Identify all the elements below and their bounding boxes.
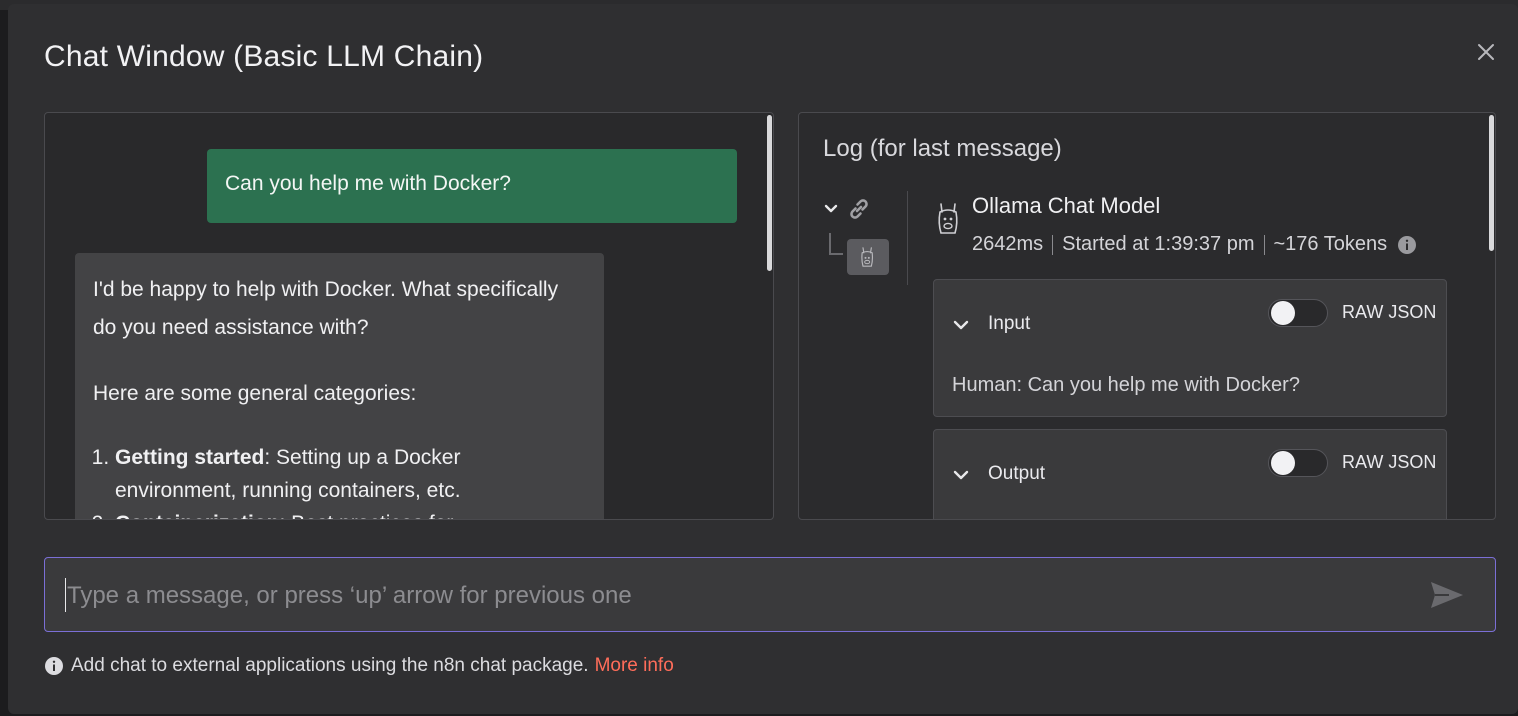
modal-title: Chat Window (Basic LLM Chain): [44, 40, 484, 73]
llama-icon: [938, 203, 958, 234]
input-section: Input RAW JSON Human: Can you help me wi…: [933, 279, 1447, 417]
bot-message: I'd be happy to help with Docker. What s…: [75, 253, 604, 519]
log-scrollbar[interactable]: [1489, 115, 1494, 251]
token-count: ~176 Tokens: [1273, 233, 1388, 255]
model-meta: 2642ms Started at 1:39:37 pm ~176 Tokens: [972, 233, 1417, 256]
log-title: Log (for last message): [823, 135, 1062, 162]
message-input[interactable]: [65, 558, 1409, 633]
duration: 2642ms: [972, 233, 1044, 255]
chat-modal: Chat Window (Basic LLM Chain) Can you he…: [8, 4, 1518, 714]
raw-json-label: RAW JSON: [1342, 452, 1437, 472]
model-name: Ollama Chat Model: [972, 193, 1161, 218]
chevron-down-icon[interactable]: [952, 466, 970, 484]
bot-intro-text: I'd be happy to help with Docker. What s…: [93, 278, 559, 339]
output-section-label[interactable]: Output: [988, 463, 1045, 485]
chevron-down-icon[interactable]: [952, 316, 970, 334]
raw-json-label: RAW JSON: [1342, 302, 1437, 322]
list-item: Getting started: Setting up a Docker env…: [115, 441, 586, 507]
chat-messages-panel[interactable]: Can you help me with Docker? I'd be happ…: [44, 112, 774, 520]
raw-json-toggle[interactable]: [1268, 449, 1328, 477]
send-icon[interactable]: [1429, 580, 1465, 610]
footer-text: Add chat to external applications using …: [71, 655, 589, 676]
tree-divider: [907, 191, 908, 285]
footer-note: Add chat to external applications using …: [44, 655, 674, 677]
tree-connector: [829, 233, 843, 255]
bot-category-list: Getting started: Setting up a Docker env…: [93, 441, 586, 519]
close-button[interactable]: [1476, 42, 1496, 62]
chevron-down-icon[interactable]: [823, 201, 839, 217]
output-section: Output RAW JSON: [933, 429, 1447, 519]
raw-json-toggle[interactable]: [1268, 299, 1328, 327]
list-item-bold: Containerization: [115, 512, 280, 519]
started-time: Started at 1:39:37 pm: [1062, 233, 1255, 255]
chat-scrollbar[interactable]: [767, 115, 772, 271]
toggle-knob: [1271, 451, 1295, 475]
info-icon[interactable]: [1397, 235, 1417, 255]
list-item-text: : Best practices for: [280, 512, 454, 519]
input-section-label[interactable]: Input: [988, 313, 1030, 335]
input-text: Human: Can you help me with Docker?: [952, 374, 1300, 396]
list-item: Containerization: Best practices for: [115, 507, 586, 519]
log-panel[interactable]: Log (for last message) Ollama Chat Model…: [798, 112, 1496, 520]
tree-node-model[interactable]: [847, 239, 889, 275]
message-input-bar: [44, 557, 1496, 633]
toggle-knob: [1271, 301, 1295, 325]
bot-categories-intro: Here are some general categories:: [93, 382, 417, 405]
llama-icon: [861, 247, 874, 267]
link-icon[interactable]: [845, 195, 873, 223]
more-info-link[interactable]: More info: [595, 655, 674, 677]
info-icon: [45, 657, 63, 675]
user-message: Can you help me with Docker?: [207, 149, 737, 223]
list-item-bold: Getting started: [115, 446, 265, 469]
close-icon: [1478, 44, 1494, 60]
